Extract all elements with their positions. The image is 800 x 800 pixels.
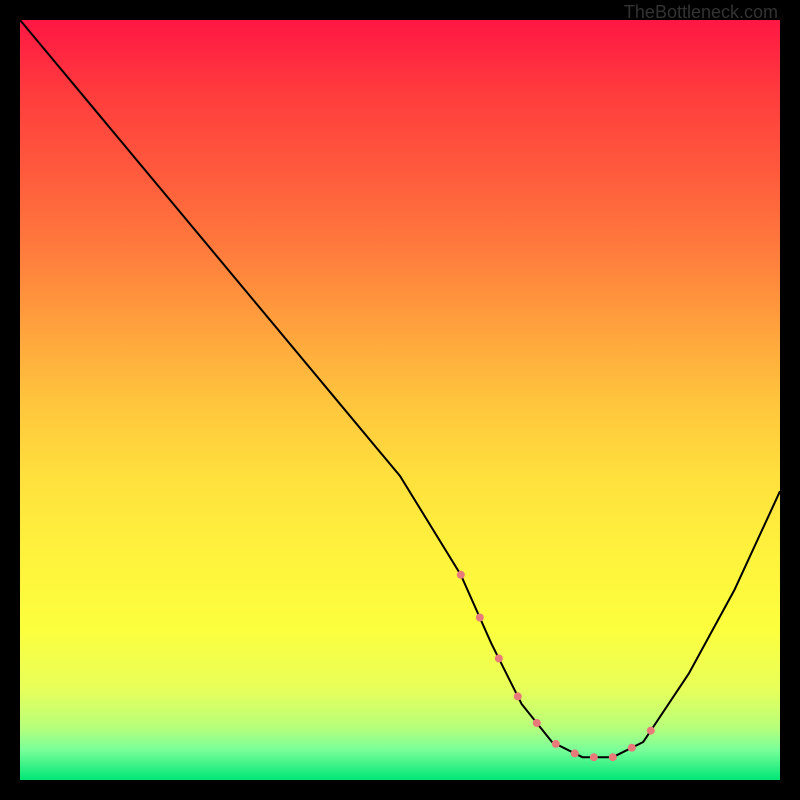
trough-marker-dot [533,719,541,727]
trough-marker-dot [647,727,655,735]
trough-marker-dot [495,654,503,662]
trough-marker-dot [457,571,465,579]
watermark-text: TheBottleneck.com [624,2,778,23]
trough-marker-dot [571,749,579,757]
chart-area [20,20,780,780]
bottleneck-curve [20,20,780,780]
trough-marker-dot [476,614,484,622]
trough-marker-dot [609,753,617,761]
trough-marker-dot [590,753,598,761]
trough-marker-dot [628,744,636,752]
trough-marker-dot [552,740,560,748]
trough-marker-dot [514,692,522,700]
